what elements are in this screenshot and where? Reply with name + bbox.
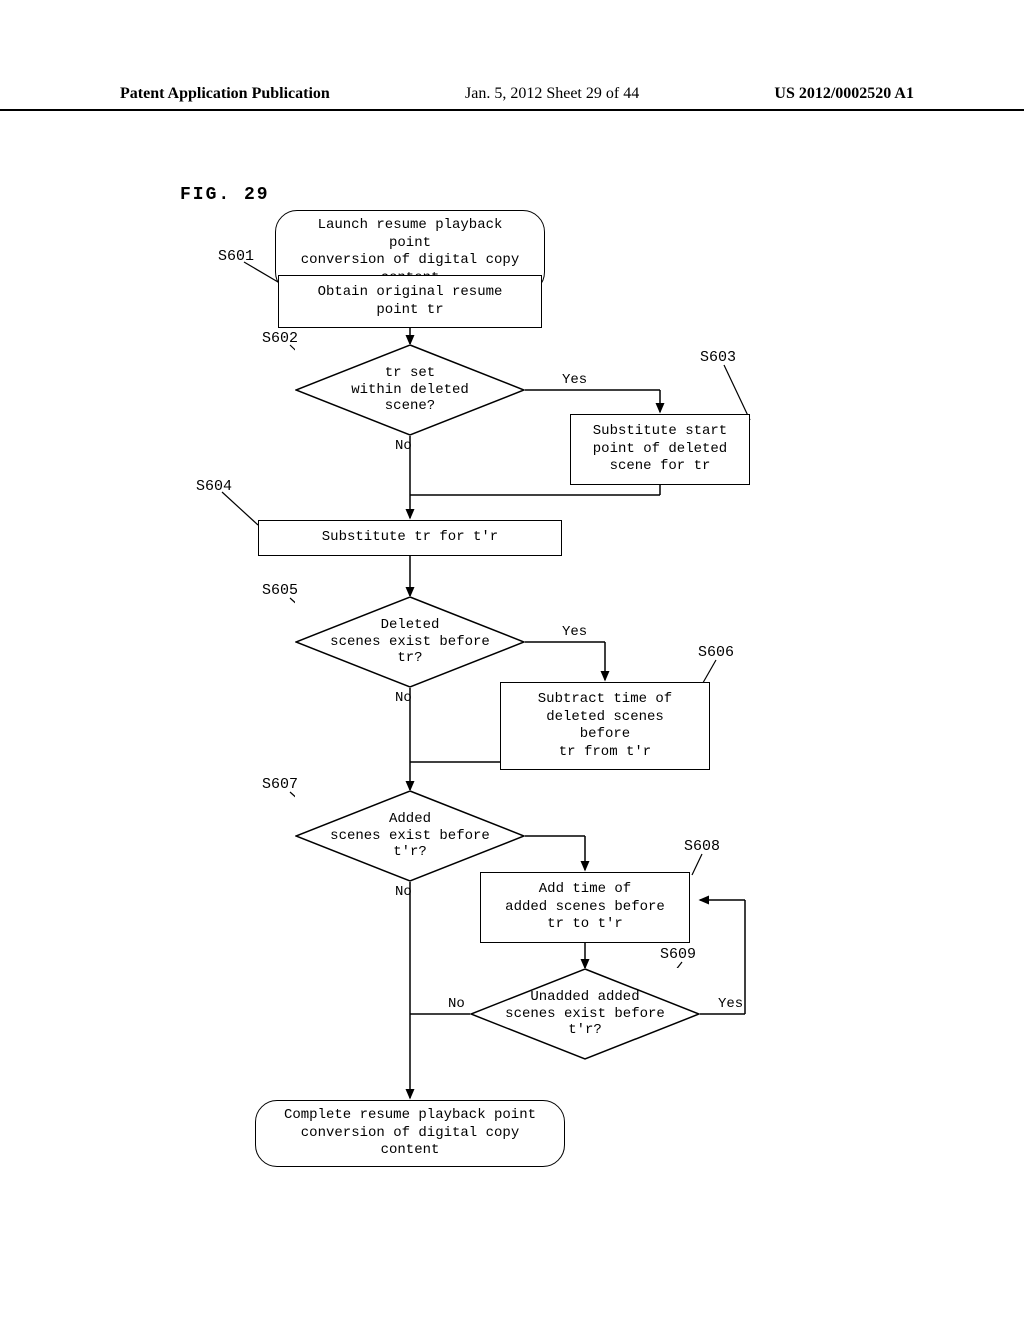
process-s608: Add time of added scenes before tr to t'… (480, 872, 690, 943)
s606-text: Subtract time of deleted scenes before t… (521, 691, 689, 761)
label-s607: S607 (262, 776, 298, 793)
s604-text: Substitute tr for t'r (322, 529, 498, 547)
s602-text: tr set within deleted scene? (295, 344, 525, 436)
label-s602: S602 (262, 330, 298, 347)
label-s608: S608 (684, 838, 720, 855)
end-text: Complete resume playback point conversio… (280, 1107, 540, 1160)
decision-s602: tr set within deleted scene? (295, 344, 525, 436)
decision-s607: Added scenes exist before t'r? (295, 790, 525, 882)
process-s603: Substitute start point of deleted scene … (570, 414, 750, 485)
terminator-end: Complete resume playback point conversio… (255, 1100, 565, 1167)
s607-text: Added scenes exist before t'r? (295, 790, 525, 882)
s602-no: No (395, 438, 412, 454)
s608-text: Add time of added scenes before tr to t'… (505, 881, 665, 934)
s605-no: No (395, 690, 412, 706)
s601-text: Obtain original resume point tr (299, 284, 521, 319)
label-s609: S609 (660, 946, 696, 963)
s609-no: No (448, 996, 465, 1012)
label-s603: S603 (700, 349, 736, 366)
s609-yes: Yes (718, 996, 743, 1012)
process-s604: Substitute tr for t'r (258, 520, 562, 556)
process-s601: Obtain original resume point tr (278, 275, 542, 328)
s609-text: Unadded added scenes exist before t'r? (470, 968, 700, 1060)
process-s606: Subtract time of deleted scenes before t… (500, 682, 710, 770)
label-s606: S606 (698, 644, 734, 661)
s603-text: Substitute start point of deleted scene … (593, 423, 727, 476)
s605-yes: Yes (562, 624, 587, 640)
decision-s605: Deleted scenes exist before tr? (295, 596, 525, 688)
decision-s609: Unadded added scenes exist before t'r? (470, 968, 700, 1060)
label-s605: S605 (262, 582, 298, 599)
label-s604: S604 (196, 478, 232, 495)
s602-yes: Yes (562, 372, 587, 388)
s605-text: Deleted scenes exist before tr? (295, 596, 525, 688)
s607-no: No (395, 884, 412, 900)
label-s601: S601 (218, 248, 254, 265)
